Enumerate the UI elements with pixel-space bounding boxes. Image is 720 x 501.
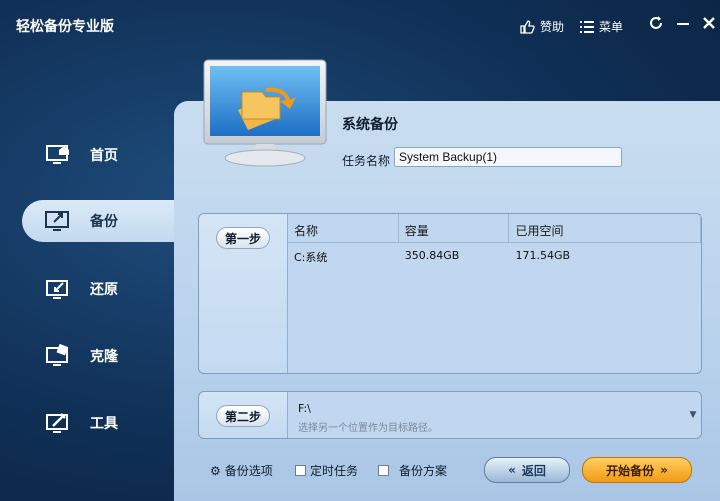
column-header-capacity[interactable]: 容量 xyxy=(399,214,510,242)
backup-monitor-icon xyxy=(42,206,76,236)
table-row[interactable]: C:系统 350.84GB 171.54GB xyxy=(288,249,701,275)
checkbox-icon[interactable] xyxy=(378,465,389,476)
step2-box: 第二步 F:\ 选择另一个位置作为目标路径。 ▼ xyxy=(198,391,702,439)
scheduled-task-checkbox[interactable]: 定时任务 xyxy=(295,462,358,479)
tools-monitor-icon xyxy=(42,408,76,438)
sidebar-item-label: 克隆 xyxy=(90,349,118,365)
clone-monitor-icon xyxy=(42,341,76,371)
sidebar-item-label: 备份 xyxy=(90,214,118,230)
back-label: 返回 xyxy=(521,463,546,478)
task-name-label: 任务名称 xyxy=(342,154,391,168)
sidebar-item-backup[interactable]: 备份 xyxy=(22,200,177,242)
disk-name: C:系统 xyxy=(294,251,328,264)
step1-box: 第一步 名称 容量 已用空间 C:系统 350.84GB 171.54GB xyxy=(198,213,702,374)
column-header-name[interactable]: 名称 xyxy=(288,214,399,242)
destination-hint: 选择另一个位置作为目标路径。 xyxy=(298,423,438,434)
menu-icon xyxy=(580,20,594,33)
destination-path-selector[interactable]: F:\ 选择另一个位置作为目标路径。 ▼ xyxy=(287,392,701,438)
task-name-field[interactable] xyxy=(394,147,622,167)
backup-monitor-illustration xyxy=(200,58,330,170)
donate-button[interactable]: 赞助 xyxy=(519,18,564,35)
refresh-icon[interactable] xyxy=(648,15,664,36)
scheduled-task-label: 定时任务 xyxy=(310,464,359,478)
backup-scheme-checkbox[interactable]: 备份方案 xyxy=(378,462,447,479)
sidebar-item-label: 工具 xyxy=(90,416,118,432)
start-backup-label: 开始备份 xyxy=(606,463,655,478)
disk-used: 171.54GB xyxy=(515,249,571,262)
double-chevron-right-icon: » xyxy=(660,463,668,477)
checkbox-icon[interactable] xyxy=(295,465,306,476)
column-header-used[interactable]: 已用空间 xyxy=(509,214,701,242)
disk-capacity: 350.84GB xyxy=(404,249,460,262)
sidebar-item-home[interactable]: 首页 xyxy=(22,134,172,176)
start-backup-button[interactable]: 开始备份 » xyxy=(582,457,692,483)
thumbs-up-icon xyxy=(520,19,535,34)
backup-scheme-label: 备份方案 xyxy=(399,464,448,478)
sidebar-item-label: 首页 xyxy=(90,148,118,164)
minimize-icon[interactable] xyxy=(676,15,690,36)
menu-button[interactable]: 菜单 xyxy=(580,18,623,35)
sidebar-item-restore[interactable]: 还原 xyxy=(22,268,172,310)
section-title: 系统备份 xyxy=(342,117,398,133)
menu-label: 菜单 xyxy=(599,20,624,34)
step2-button[interactable]: 第二步 xyxy=(216,405,270,427)
back-button[interactable]: « 返回 xyxy=(484,457,570,483)
gear-icon: ⚙ xyxy=(210,463,221,478)
home-monitor-icon xyxy=(42,140,76,170)
destination-path: F:\ xyxy=(298,402,311,415)
title-bar: 轻松备份专业版 赞助 菜单 xyxy=(0,0,720,52)
close-icon[interactable] xyxy=(702,15,716,36)
dropdown-arrow-icon[interactable]: ▼ xyxy=(688,392,698,438)
source-disk-table[interactable]: 名称 容量 已用空间 C:系统 350.84GB 171.54GB xyxy=(287,214,701,373)
restore-monitor-icon xyxy=(42,274,76,304)
app-title: 轻松备份专业版 xyxy=(16,19,114,35)
donate-label: 赞助 xyxy=(540,20,565,34)
sidebar-item-tools[interactable]: 工具 xyxy=(22,402,172,444)
backup-options-link[interactable]: ⚙ 备份选项 xyxy=(210,462,273,479)
sidebar-item-label: 还原 xyxy=(90,282,118,298)
sidebar-item-clone[interactable]: 克隆 xyxy=(22,335,172,377)
table-header: 名称 容量 已用空间 xyxy=(288,214,701,243)
step1-button[interactable]: 第一步 xyxy=(216,227,270,249)
double-chevron-left-icon: « xyxy=(508,463,516,477)
backup-options-label: 备份选项 xyxy=(224,464,273,478)
